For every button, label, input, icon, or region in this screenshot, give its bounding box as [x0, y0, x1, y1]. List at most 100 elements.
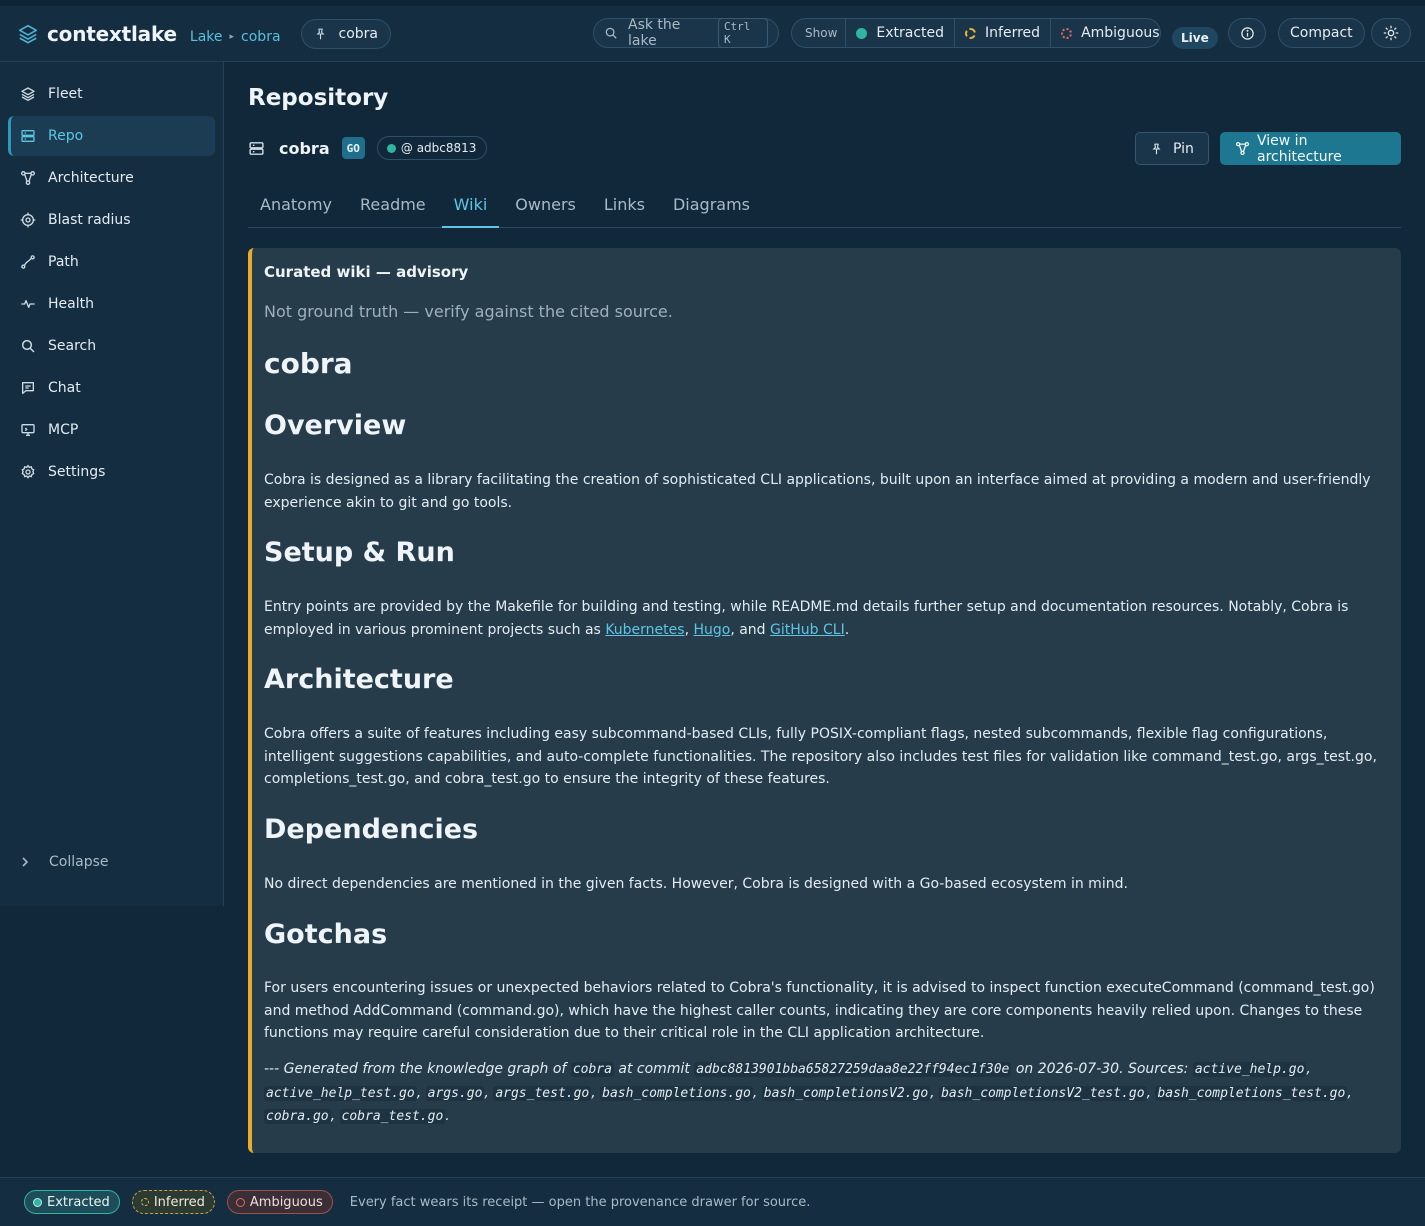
footnote-repo: cobra — [570, 1062, 614, 1077]
sidebar-item-health[interactable]: Health — [8, 284, 215, 324]
tab-anatomy[interactable]: Anatomy — [248, 190, 344, 228]
filter-extracted[interactable]: Extracted — [846, 19, 956, 47]
sidebar-item-mcp[interactable]: MCP — [8, 410, 215, 450]
tab-wiki[interactable]: Wiki — [441, 190, 500, 228]
layers-icon — [20, 86, 36, 102]
theme-toggle-button[interactable] — [1371, 18, 1411, 48]
source-file: args.go — [425, 1085, 485, 1101]
bottom-legend-bar: Extracted Inferred Ambiguous Every fact … — [0, 1177, 1425, 1226]
generated-footnote: --- Generated from the knowledge graph o… — [264, 1061, 1352, 1124]
pinned-repo-chip[interactable]: cobra — [300, 18, 392, 49]
tab-diagrams[interactable]: Diagrams — [661, 190, 762, 228]
repo-header: cobra GO @ adbc8813 — [248, 136, 488, 160]
sidebar-item-settings[interactable]: Settings — [8, 452, 215, 492]
info-icon — [1240, 26, 1255, 41]
search-icon — [604, 26, 618, 40]
tab-owners[interactable]: Owners — [503, 190, 588, 228]
link-hugo[interactable]: Hugo — [693, 622, 730, 638]
search-input[interactable]: Ask the lake Ctrl K — [593, 17, 779, 49]
section-title-gotchas: Gotchas — [264, 919, 388, 950]
filter-inferred-label: Inferred — [985, 25, 1041, 41]
show-label: Show — [792, 19, 847, 47]
pin-button-label: Pin — [1173, 140, 1194, 157]
sidebar-item-repo[interactable]: Repo — [8, 116, 215, 156]
extracted-dot-icon — [33, 1197, 42, 1207]
commit-chip[interactable]: @ adbc8813 — [376, 136, 488, 160]
live-badge: Live — [1172, 27, 1218, 49]
sidebar-item-label: Settings — [48, 464, 106, 480]
legend-extracted[interactable]: Extracted — [24, 1190, 120, 1214]
collapse-button[interactable]: Collapse — [20, 854, 109, 870]
source-file: args_test.go — [493, 1085, 592, 1101]
tab-links[interactable]: Links — [592, 190, 657, 228]
commit-label: @ adbc8813 — [400, 141, 477, 155]
inferred-dot-icon — [965, 27, 977, 39]
sidebar-item-blast-radius[interactable]: Blast radius — [8, 200, 215, 240]
sidebar-item-chat[interactable]: Chat — [8, 368, 215, 408]
server-icon — [20, 128, 36, 144]
section-text-gotchas: For users encountering issues or unexpec… — [264, 980, 1375, 1041]
section-text-overview: Cobra is designed as a library facilitat… — [264, 472, 1371, 511]
breadcrumb: Lake ▸ cobra — [190, 29, 281, 45]
view-in-architecture-label: View in architecture — [1257, 132, 1342, 165]
sidebar-item-label: Blast radius — [48, 212, 131, 228]
show-filter-group: Show Extracted Inferred Ambiguous — [791, 18, 1161, 48]
pulse-icon — [20, 296, 36, 312]
info-button[interactable] — [1228, 18, 1266, 48]
extracted-dot-icon — [856, 27, 868, 39]
link-github-cli[interactable]: GitHub CLI — [770, 622, 845, 638]
setup-separator: , and — [730, 621, 771, 638]
section-title-architecture: Architecture — [264, 664, 454, 695]
legend-inferred-label: Inferred — [153, 1194, 205, 1210]
network-icon — [1235, 141, 1250, 156]
extracted-dot-icon — [386, 143, 396, 153]
source-file: bash_completions.go — [600, 1085, 753, 1101]
section-title-dependencies: Dependencies — [264, 814, 479, 845]
link-kubernetes[interactable]: Kubernetes — [605, 622, 684, 638]
provenance-hint: Every fact wears its receipt — open the … — [349, 1194, 811, 1210]
sidebar-item-label: Path — [48, 254, 79, 270]
route-icon — [20, 254, 36, 270]
pinned-repo-label: cobra — [338, 25, 379, 42]
tab-readme[interactable]: Readme — [348, 190, 438, 228]
repo-tabs: Anatomy Readme Wiki Owners Links Diagram… — [248, 190, 1401, 228]
breadcrumb-repo[interactable]: cobra — [241, 29, 280, 45]
footnote-end: . — [445, 1108, 450, 1124]
view-in-architecture-button[interactable]: View in architecture — [1220, 132, 1401, 165]
sidebar-item-path[interactable]: Path — [8, 242, 215, 282]
footnote-text: --- Generated from the knowledge graph o… — [264, 1061, 571, 1077]
ambiguous-dot-icon — [235, 1197, 245, 1207]
filter-ambiguous[interactable]: Ambiguous — [1051, 19, 1160, 47]
legend-ambiguous[interactable]: Ambiguous — [226, 1190, 333, 1214]
legend-extracted-label: Extracted — [47, 1194, 110, 1210]
brand[interactable]: contextlake — [17, 22, 177, 46]
search-shortcut: Ctrl K — [717, 18, 768, 48]
pin-icon — [314, 27, 327, 41]
monitor-icon — [20, 422, 36, 438]
server-icon — [248, 140, 265, 157]
sidebar-item-architecture[interactable]: Architecture — [8, 158, 215, 198]
filter-inferred[interactable]: Inferred — [955, 19, 1052, 47]
layers-logo-icon — [17, 23, 39, 45]
filter-ambiguous-label: Ambiguous — [1081, 25, 1160, 41]
sidebar-item-label: Architecture — [48, 170, 134, 186]
app-name: contextlake — [47, 21, 177, 46]
chat-icon — [20, 380, 36, 396]
sidebar-item-search[interactable]: Search — [8, 326, 215, 366]
legend-inferred[interactable]: Inferred — [131, 1190, 215, 1214]
sidebar-item-fleet[interactable]: Fleet — [8, 74, 215, 114]
breadcrumb-separator-icon: ▸ — [229, 31, 235, 42]
filter-extracted-label: Extracted — [876, 25, 945, 41]
source-file: active_help_test.go — [264, 1085, 417, 1101]
network-icon — [20, 170, 36, 186]
collapse-label: Collapse — [49, 854, 109, 870]
sidebar-item-label: Repo — [48, 128, 84, 144]
target-icon — [20, 212, 36, 228]
repo-name: cobra — [279, 138, 330, 158]
pin-button[interactable]: Pin — [1135, 132, 1209, 165]
breadcrumb-lake[interactable]: Lake — [190, 29, 223, 45]
advisory-subtitle: Not ground truth — verify against the ci… — [264, 302, 673, 321]
compact-button[interactable]: Compact — [1278, 18, 1365, 48]
section-title-overview: Overview — [264, 410, 407, 441]
gear-icon — [20, 464, 36, 480]
